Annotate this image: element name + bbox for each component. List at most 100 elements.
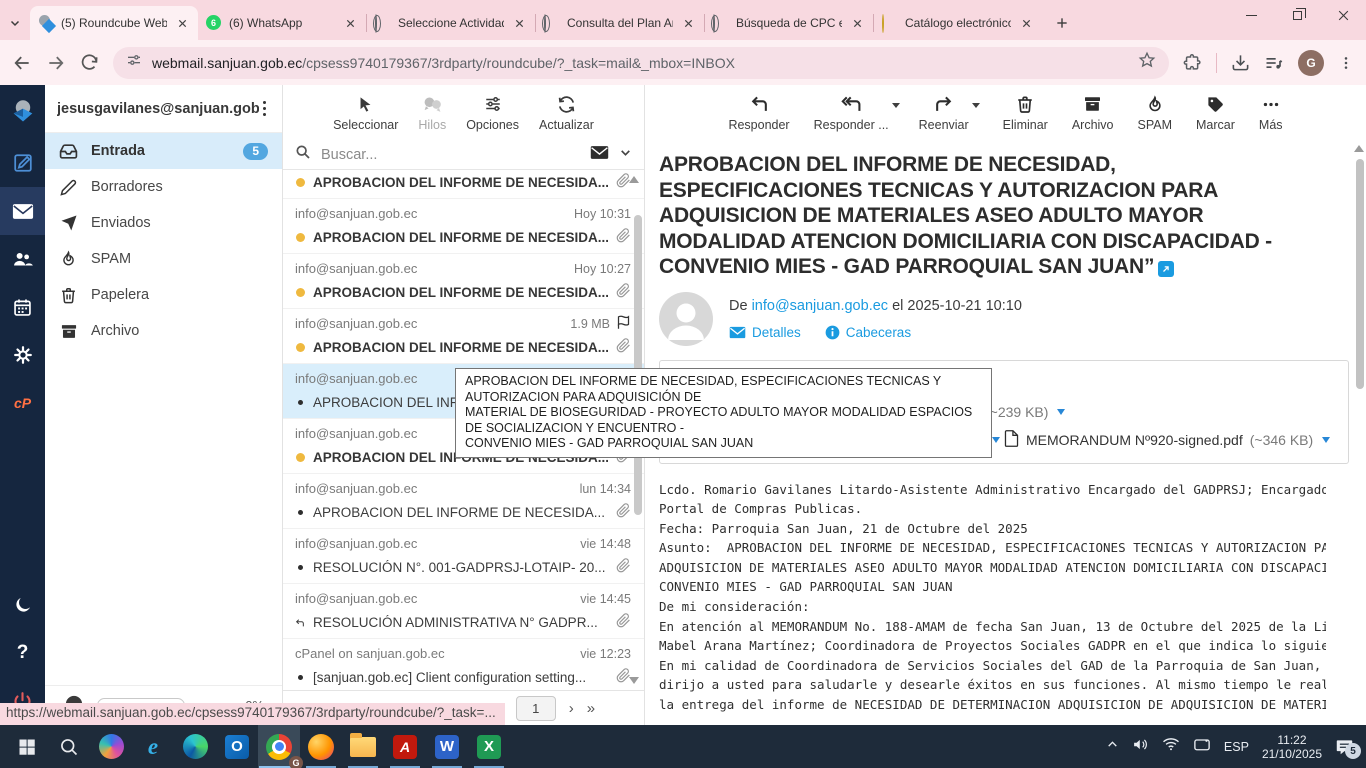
refresh-button[interactable]: Actualizar (539, 93, 594, 140)
close-tab-icon[interactable] (849, 15, 865, 31)
reply-options-caret-icon[interactable] (892, 103, 900, 108)
url-text[interactable]: webmail.sanjuan.gob.ec/cpsess9740179367/… (152, 55, 1128, 71)
details-link[interactable]: Detalles (729, 325, 801, 340)
account-menu-icon[interactable] (259, 97, 271, 121)
message-row[interactable]: info@sanjuan.gob.ecHoy 10:31 APROBACION … (283, 199, 644, 254)
back-button[interactable] (12, 53, 32, 73)
message-row[interactable]: info@sanjuan.gob.ecvie 14:48 RESOLUCIÓN … (283, 529, 644, 584)
url-bar[interactable]: webmail.sanjuan.gob.ec/cpsess9740179367/… (113, 47, 1169, 79)
excel-taskbar-button[interactable]: X (468, 725, 510, 768)
close-tab-icon[interactable] (1018, 15, 1034, 31)
message-row[interactable]: info@sanjuan.gob.ecvie 14:45 RESOLUCIÓN … (283, 584, 644, 639)
folder-spam[interactable]: SPAM (45, 241, 282, 277)
restore-button[interactable] (1274, 0, 1320, 30)
message-row[interactable]: info@sanjuan.gob.eclun 14:34 APROBACION … (283, 474, 644, 529)
message-row[interactable]: info@sanjuan.gob.ecHoy 10:27 APROBACION … (283, 254, 644, 309)
folder-archivo[interactable]: Archivo (45, 313, 282, 349)
start-button[interactable] (6, 725, 48, 768)
tab-busqueda-cpc[interactable]: Búsqueda de CPC en (705, 6, 873, 40)
forward-button[interactable]: Reenviar (919, 93, 969, 140)
headers-link[interactable]: Cabeceras (825, 325, 911, 340)
volume-icon[interactable] (1132, 736, 1149, 758)
keyboard-language[interactable]: ESP (1224, 740, 1249, 754)
options-button[interactable]: Opciones (466, 93, 519, 140)
taskbar-search-button[interactable] (48, 725, 90, 768)
list-scrollbar-thumb[interactable] (634, 215, 642, 515)
spam-button[interactable]: SPAM (1138, 93, 1173, 140)
list-scroll-up-icon[interactable] (629, 176, 639, 183)
site-settings-icon[interactable] (126, 52, 142, 73)
folder-enviados[interactable]: Enviados (45, 205, 282, 241)
settings-gear-button[interactable] (0, 331, 45, 379)
attachment-menu-caret-icon[interactable] (992, 437, 1000, 443)
last-page-button[interactable]: » (587, 700, 595, 717)
archive-button[interactable]: Archivo (1072, 93, 1114, 140)
tab-roundcube[interactable]: (5) Roundcube Webm (30, 6, 198, 40)
reply-all-button[interactable]: Responder ... (814, 93, 889, 140)
word-taskbar-button[interactable]: W (426, 725, 468, 768)
mark-button[interactable]: Marcar (1196, 93, 1235, 140)
edge-icon[interactable] (174, 725, 216, 768)
forward-button[interactable] (46, 53, 66, 73)
minimize-button[interactable] (1228, 0, 1274, 30)
tab-search-chevron-icon[interactable] (0, 6, 30, 40)
acrobat-taskbar-button[interactable]: A (384, 725, 426, 768)
attachment-menu-caret-icon[interactable] (1057, 409, 1065, 415)
forward-options-caret-icon[interactable] (972, 103, 980, 108)
attachment-item[interactable]: MEMORANDUM Nº920-signed.pdf (~346 KB) (1004, 426, 1334, 454)
attachment-menu-caret-icon[interactable] (1322, 437, 1330, 443)
extensions-puzzle-icon[interactable] (1183, 53, 1202, 72)
close-tab-icon[interactable] (174, 15, 190, 31)
from-email-link[interactable]: info@sanjuan.gob.ec (752, 298, 888, 314)
close-tab-icon[interactable] (680, 15, 696, 31)
chrome-taskbar-button[interactable]: G (258, 725, 300, 768)
open-external-icon[interactable] (1158, 261, 1174, 277)
threads-button[interactable]: Hilos (418, 93, 446, 140)
wifi-icon[interactable] (1162, 736, 1180, 757)
browser-menu-icon[interactable] (1338, 55, 1354, 71)
search-options-chevron-icon[interactable] (619, 146, 632, 164)
meet-now-icon[interactable] (1193, 737, 1211, 757)
page-number-input[interactable]: 1 (516, 696, 556, 721)
folder-borradores[interactable]: Borradores (45, 169, 282, 205)
tab-whatsapp[interactable]: 6 (6) WhatsApp (198, 6, 366, 40)
dark-mode-moon-button[interactable] (0, 581, 45, 629)
reading-scrollbar[interactable] (1355, 145, 1364, 721)
message-row[interactable]: cPanel on sanjuan.gob.ecvie 12:23 [sanju… (283, 639, 644, 690)
outlook-icon[interactable]: O (216, 725, 258, 768)
file-explorer-taskbar-button[interactable] (342, 725, 384, 768)
next-page-button[interactable]: › (569, 700, 574, 717)
calendar-button[interactable] (0, 283, 45, 331)
flag-icon[interactable] (616, 315, 631, 333)
downloads-icon[interactable] (1231, 53, 1250, 72)
folder-papelera[interactable]: Papelera (45, 277, 282, 313)
cpanel-button[interactable]: cP (0, 379, 45, 427)
reply-button[interactable]: Responder (728, 93, 789, 140)
help-button[interactable]: ? (0, 629, 45, 677)
close-window-button[interactable] (1320, 0, 1366, 30)
internet-explorer-icon[interactable]: e (132, 725, 174, 768)
contacts-button[interactable] (0, 235, 45, 283)
select-button[interactable]: Seleccionar (333, 93, 398, 140)
bookmark-star-icon[interactable] (1138, 51, 1156, 74)
compose-button[interactable] (0, 139, 45, 187)
message-row[interactable]: info@sanjuan.gob.ec1.9 MB APROBACION DEL… (283, 309, 644, 364)
folder-entrada[interactable]: Entrada 5 (45, 133, 282, 169)
taskbar-clock[interactable]: 11:22 21/10/2025 (1262, 733, 1322, 761)
copilot-icon[interactable] (90, 725, 132, 768)
close-tab-icon[interactable] (511, 15, 527, 31)
new-tab-button[interactable] (1048, 9, 1076, 37)
reading-scroll-up-icon[interactable] (1354, 145, 1364, 152)
tab-catalogo-electronico[interactable]: Catálogo electrónico (874, 6, 1042, 40)
account-header[interactable]: jesusgavilanes@sanjuan.gob.... (45, 85, 282, 133)
delete-button[interactable]: Eliminar (1003, 93, 1048, 140)
more-button[interactable]: Más (1259, 93, 1283, 140)
mail-nav-button[interactable] (0, 187, 45, 235)
tray-chevron-icon[interactable] (1106, 738, 1119, 756)
tab-consulta-plan[interactable]: Consulta del Plan Anu (536, 6, 704, 40)
firefox-taskbar-button[interactable] (300, 725, 342, 768)
reload-button[interactable] (80, 53, 99, 72)
close-tab-icon[interactable] (342, 15, 358, 31)
message-row[interactable]: APROBACION DEL INFORME DE NECESIDA... (283, 170, 644, 199)
tab-seleccione-actividad[interactable]: Seleccione Actividad (367, 6, 535, 40)
